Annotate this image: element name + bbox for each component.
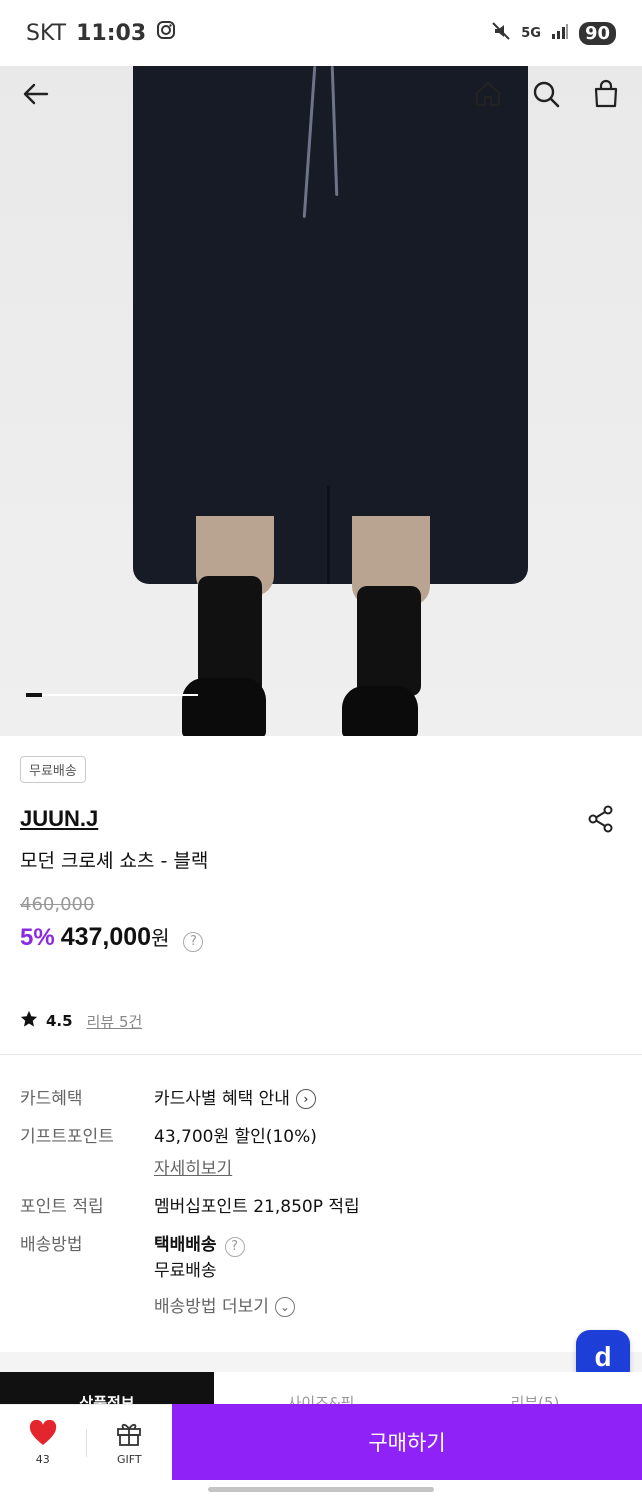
status-right: 5G 90: [491, 21, 616, 45]
search-icon: [531, 79, 561, 113]
price-help-icon[interactable]: ?: [183, 931, 204, 952]
like-count: 43: [35, 1452, 50, 1466]
shipping-label: 배송방법: [20, 1235, 83, 1255]
brand-link[interactable]: JUUN.J: [20, 806, 98, 832]
point-value: 멤버십포인트 21,850P 적립: [154, 1197, 360, 1217]
instagram-icon: [156, 20, 176, 46]
original-price: 460,000: [20, 894, 95, 915]
search-button[interactable]: [524, 74, 568, 118]
clock: 11:03: [76, 20, 147, 46]
card-benefit-text: 카드사별 혜택 안내: [154, 1089, 290, 1109]
home-icon: [473, 79, 503, 113]
status-bar: SKT 11:03 5G 90: [0, 0, 642, 66]
back-arrow-icon: [21, 79, 51, 113]
card-benefit-link[interactable]: 카드사별 혜택 안내 ›: [154, 1084, 316, 1109]
signal-icon: [551, 23, 569, 43]
price-unit: 원: [151, 926, 170, 950]
5g-icon: 5G: [521, 25, 541, 41]
divider: [0, 1054, 642, 1055]
bottom-action-bar: 43 GIFT 구매하기: [0, 1404, 642, 1480]
image-indicator-track: [26, 694, 198, 696]
battery-indicator: 90: [578, 21, 616, 45]
buy-button[interactable]: 구매하기: [172, 1404, 642, 1480]
gift-label: GIFT: [116, 1452, 142, 1466]
point-label: 포인트 적립: [20, 1197, 104, 1217]
gift-button[interactable]: GIFT: [87, 1420, 173, 1466]
home-indicator[interactable]: [208, 1487, 434, 1492]
card-benefit-label: 카드혜택: [20, 1089, 83, 1109]
mute-icon: [491, 21, 511, 45]
discount-rate: 5%: [20, 924, 55, 951]
star-icon: [20, 1010, 38, 1032]
cart-button[interactable]: [584, 74, 628, 118]
free-shipping-badge: 무료배송: [20, 756, 86, 783]
product-tabs: 상품정보 사이즈&핏 리뷰(5): [0, 1372, 642, 1406]
share-button[interactable]: [586, 804, 616, 834]
product-image[interactable]: [0, 66, 642, 736]
gift-icon: [115, 1420, 143, 1449]
shipping-help-icon[interactable]: ?: [224, 1236, 245, 1257]
carrier: SKT: [26, 20, 67, 46]
tab-size-fit[interactable]: 사이즈&핏: [214, 1372, 428, 1406]
share-icon: [586, 805, 616, 838]
shoe-right: [342, 686, 418, 736]
chevron-right-icon: ›: [295, 1089, 316, 1109]
rating-value: 4.5: [46, 1012, 73, 1030]
home-button[interactable]: [466, 74, 510, 118]
price-row: 5% 437,000 원 ?: [20, 922, 204, 952]
heart-icon: [29, 1419, 57, 1449]
review-link[interactable]: 리뷰 5건: [87, 1011, 143, 1032]
chevron-down-icon: ⌄: [274, 1297, 295, 1317]
shipping-method-text: 택배배송: [154, 1235, 217, 1255]
sale-price: 437,000: [60, 923, 152, 951]
section-separator: [0, 1352, 642, 1372]
sock-right: [357, 586, 421, 696]
gift-detail-link[interactable]: 자세히보기: [154, 1154, 232, 1179]
back-button[interactable]: [14, 74, 58, 118]
bottom-left-actions: 43 GIFT: [0, 1404, 172, 1480]
shipping-sub: 무료배송: [154, 1261, 217, 1281]
product-title: 모던 크로셰 쇼츠 - 블랙: [20, 850, 209, 872]
shoe-left: [182, 678, 266, 736]
shopping-bag-icon: [591, 79, 621, 113]
like-button[interactable]: 43: [0, 1419, 86, 1466]
tab-product-info[interactable]: 상품정보: [0, 1372, 214, 1406]
tab-reviews[interactable]: 리뷰(5): [428, 1372, 642, 1406]
rating-row: 4.5 리뷰 5건: [20, 1010, 142, 1032]
shipping-more-text: 배송방법 더보기: [154, 1297, 269, 1317]
image-indicator-thumb: [26, 693, 42, 697]
shorts-seam: [327, 486, 330, 584]
shipping-more-button[interactable]: 배송방법 더보기 ⌄: [154, 1292, 295, 1317]
shorts-shape: [133, 66, 528, 584]
shipping-method: 택배배송?: [154, 1230, 245, 1257]
gift-point-value: 43,700원 할인(10%): [154, 1127, 317, 1147]
status-left: SKT 11:03: [26, 20, 176, 46]
gift-point-label: 기프트포인트: [20, 1127, 114, 1147]
